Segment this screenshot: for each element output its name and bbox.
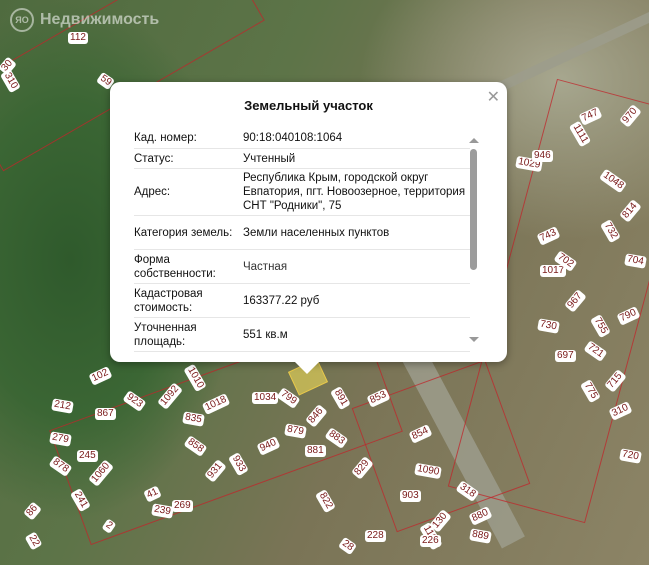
parcel-label[interactable]: 881 bbox=[305, 445, 326, 457]
parcel-label[interactable]: 112 bbox=[68, 32, 88, 44]
parcel-label[interactable]: 28 bbox=[337, 536, 358, 556]
row-value: Земли населенных пунктов bbox=[243, 226, 390, 239]
scrollbar-thumb[interactable] bbox=[470, 149, 477, 270]
parcel-label[interactable]: 22 bbox=[24, 531, 43, 551]
row-area: Уточненная площадь: 551 кв.м bbox=[134, 318, 470, 352]
parcel-label[interactable]: 212 bbox=[51, 398, 74, 414]
parcel-label[interactable]: 86 bbox=[23, 501, 43, 521]
row-key: Адрес: bbox=[134, 186, 171, 198]
scroll-up-icon[interactable] bbox=[469, 138, 479, 143]
logo-text: Недвижимость bbox=[40, 11, 160, 28]
row-value: Учтенный bbox=[243, 152, 296, 165]
parcel-label[interactable]: 720 bbox=[619, 448, 642, 464]
parcel-label[interactable]: 889 bbox=[469, 528, 492, 544]
row-key: Кад. номер: bbox=[134, 132, 197, 144]
logo-mark: ЯО bbox=[10, 8, 34, 32]
parcel-label[interactable]: 279 bbox=[49, 431, 72, 447]
parcel-label[interactable]: 903 bbox=[400, 490, 421, 502]
logo[interactable]: ЯО Недвижимость bbox=[10, 8, 159, 32]
row-value: Республика Крым, городской округ Евпатор… bbox=[243, 172, 466, 212]
row-key: Категория земель: bbox=[134, 226, 233, 239]
parcel-label[interactable]: 245 bbox=[77, 450, 98, 462]
row-land-category: Категория земель: Земли населенных пункто… bbox=[134, 216, 470, 250]
row-cadastral-number: Кад. номер: 90:18:040108:1064 bbox=[134, 128, 470, 149]
row-cadastral-value: Кадастровая стоимость: 163377.22 руб bbox=[134, 284, 470, 318]
row-address: Адрес: Республика Крым, городской округ Е… bbox=[134, 169, 470, 216]
parcel-label[interactable]: 228 bbox=[365, 530, 386, 542]
row-key: Кадастровая стоимость: bbox=[134, 287, 203, 314]
parcel-label[interactable]: 822 bbox=[314, 489, 336, 513]
row-value: Частная bbox=[243, 260, 288, 273]
scroll-down-icon[interactable] bbox=[469, 337, 479, 342]
row-value: 551 кв.м bbox=[243, 328, 288, 341]
parcel-label[interactable]: 867 bbox=[95, 408, 116, 420]
row-key: Форма собственности: bbox=[134, 253, 216, 280]
row-ownership: Форма собственности: Частная bbox=[134, 250, 470, 284]
parcel-label[interactable]: 102 bbox=[88, 366, 113, 386]
parcel-label[interactable]: 269 bbox=[172, 500, 193, 512]
row-key: Уточненная площадь: bbox=[134, 321, 197, 348]
row-status: Статус: Учтенный bbox=[134, 149, 470, 169]
row-value: 90:18:040108:1064 bbox=[243, 132, 343, 144]
info-table: Кад. номер: 90:18:040108:1064 Статус: Учте… bbox=[134, 128, 470, 352]
parcel-label[interactable]: 1034 bbox=[252, 392, 279, 404]
parcel-label[interactable]: 697 bbox=[555, 350, 576, 362]
parcel-label[interactable]: 226 bbox=[420, 535, 441, 547]
popup-title: Земельный участок bbox=[244, 98, 373, 113]
parcel-label[interactable]: 946 bbox=[532, 150, 553, 162]
scrollbar[interactable] bbox=[468, 138, 480, 342]
row-key: Статус: bbox=[134, 152, 174, 165]
parcel-info-popup: ✕ Земельный участок Кад. номер: 90:18:040… bbox=[110, 82, 507, 374]
row-value: 163377.22 руб bbox=[243, 294, 320, 307]
